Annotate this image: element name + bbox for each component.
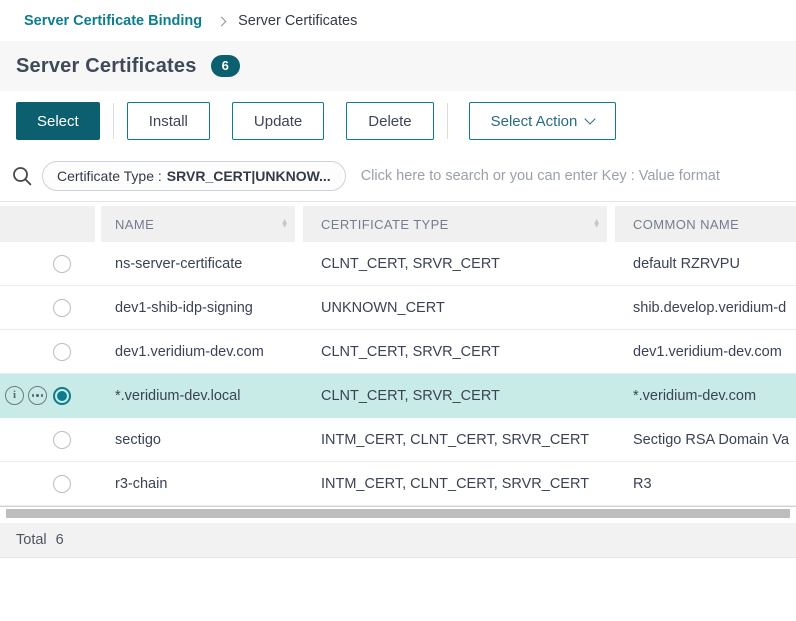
cell-certificate-type: CLNT_CERT, SRVR_CERT <box>303 388 607 404</box>
cell-name: r3-chain <box>101 476 295 492</box>
table-row[interactable]: r3-chain INTM_CERT, CLNT_CERT, SRVR_CERT… <box>0 462 796 506</box>
total-value: 6 <box>56 532 64 548</box>
column-label-common-name: COMMON NAME <box>633 217 739 232</box>
sort-icon[interactable]: ▲▼ <box>281 220 289 229</box>
chevron-down-icon <box>585 113 596 124</box>
column-label-name: NAME <box>115 217 154 232</box>
delete-button[interactable]: Delete <box>346 102 433 140</box>
header-cell-common-name[interactable]: COMMON NAME <box>615 206 796 242</box>
cell-certificate-type: UNKNOWN_CERT <box>303 300 607 316</box>
select-button[interactable]: Select <box>16 102 100 140</box>
breadcrumb-current: Server Certificates <box>238 13 357 29</box>
breadcrumb-parent-link[interactable]: Server Certificate Binding <box>24 13 202 29</box>
cell-name: *.veridium-dev.local <box>101 388 295 404</box>
cell-common-name: default RZRVPU <box>615 256 796 272</box>
cell-certificate-type: CLNT_CERT, SRVR_CERT <box>303 344 607 360</box>
cell-certificate-type: CLNT_CERT, SRVR_CERT <box>303 256 607 272</box>
search-input-placeholder[interactable]: Click here to search or you can enter Ke… <box>361 168 720 184</box>
table-row[interactable]: dev1-shib-idp-signing UNKNOWN_CERT shib.… <box>0 286 796 330</box>
table-row[interactable]: ns-server-certificate CLNT_CERT, SRVR_CE… <box>0 242 796 286</box>
cell-name: dev1.veridium-dev.com <box>101 344 295 360</box>
cell-name: ns-server-certificate <box>101 256 295 272</box>
toolbar-divider <box>447 103 448 139</box>
select-action-dropdown[interactable]: Select Action <box>469 102 617 140</box>
table-header: NAME ▲▼ CERTIFICATE TYPE ▲▼ COMMON NAME <box>0 206 796 242</box>
toolbar-divider <box>113 103 114 139</box>
search-icon <box>10 164 34 188</box>
column-label-certificate-type: CERTIFICATE TYPE <box>321 217 449 232</box>
table-row[interactable]: dev1.veridium-dev.com CLNT_CERT, SRVR_CE… <box>0 330 796 374</box>
cell-common-name: Sectigo RSA Domain Va <box>615 432 796 448</box>
header-cell-certificate-type[interactable]: CERTIFICATE TYPE ▲▼ <box>303 206 607 242</box>
row-radio[interactable] <box>53 343 71 361</box>
cell-common-name: *.veridium-dev.com <box>615 388 796 404</box>
row-radio[interactable] <box>53 255 71 273</box>
table-row[interactable]: sectigo INTM_CERT, CLNT_CERT, SRVR_CERT … <box>0 418 796 462</box>
cell-certificate-type: INTM_CERT, CLNT_CERT, SRVR_CERT <box>303 476 607 492</box>
page-header: Server Certificates 6 <box>0 41 796 91</box>
filter-chip-value: SRVR_CERT|UNKNOW... <box>167 168 331 184</box>
breadcrumb: Server Certificate Binding Server Certif… <box>0 0 796 41</box>
filter-chip-certificate-type[interactable]: Certificate Type : SRVR_CERT|UNKNOW... <box>42 161 346 191</box>
select-action-label: Select Action <box>491 113 578 130</box>
row-radio[interactable] <box>53 299 71 317</box>
toolbar: Select Install Update Delete Select Acti… <box>0 91 796 150</box>
table-footer: Total 6 <box>0 523 796 558</box>
search-bar[interactable]: Certificate Type : SRVR_CERT|UNKNOW... C… <box>0 150 796 202</box>
install-button[interactable]: Install <box>127 102 210 140</box>
count-badge: 6 <box>211 55 240 77</box>
row-radio[interactable] <box>53 431 71 449</box>
header-cell-selector <box>0 206 95 242</box>
more-actions-icon[interactable] <box>28 386 47 405</box>
chevron-right-icon <box>217 16 227 26</box>
table-bottom-border <box>0 506 796 507</box>
cell-common-name: R3 <box>615 476 796 492</box>
horizontal-scrollbar[interactable] <box>0 509 796 519</box>
cell-common-name: dev1.veridium-dev.com <box>615 344 796 360</box>
update-button[interactable]: Update <box>232 102 324 140</box>
row-radio-checked[interactable] <box>53 387 71 405</box>
cell-common-name: shib.develop.veridium-d <box>615 300 796 316</box>
cell-name: dev1-shib-idp-signing <box>101 300 295 316</box>
header-cell-name[interactable]: NAME ▲▼ <box>101 206 295 242</box>
info-icon[interactable]: i <box>5 386 24 405</box>
cell-certificate-type: INTM_CERT, CLNT_CERT, SRVR_CERT <box>303 432 607 448</box>
filter-chip-key: Certificate Type : <box>57 168 162 184</box>
total-label: Total <box>16 532 47 548</box>
page-title: Server Certificates <box>16 55 197 78</box>
scrollbar-thumb[interactable] <box>6 509 790 518</box>
sort-icon[interactable]: ▲▼ <box>593 220 601 229</box>
row-radio[interactable] <box>53 475 71 493</box>
cell-name: sectigo <box>101 432 295 448</box>
table-row-selected[interactable]: i *.veridium-dev.local CLNT_CERT, SRVR_C… <box>0 374 796 418</box>
